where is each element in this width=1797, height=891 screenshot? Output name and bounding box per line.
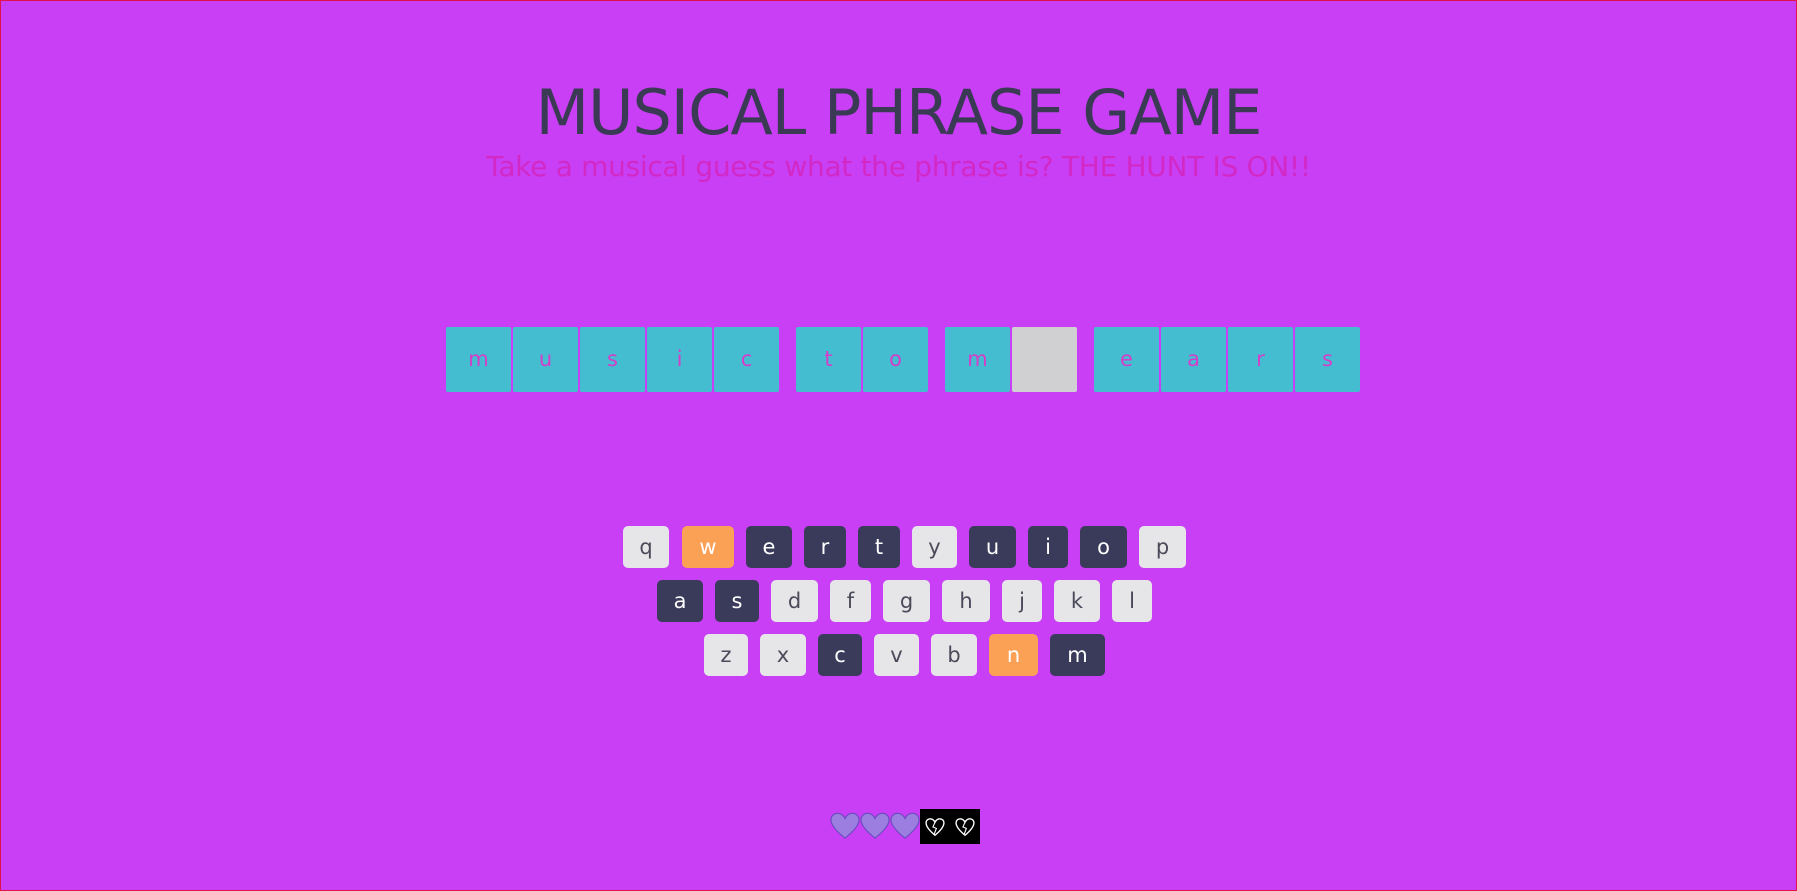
- key-n[interactable]: n: [989, 634, 1038, 676]
- heart-lost-icon: [925, 818, 945, 837]
- page-title: MUSICAL PHRASE GAME: [535, 76, 1263, 149]
- key-v[interactable]: v: [874, 634, 919, 676]
- key-d[interactable]: d: [771, 580, 818, 622]
- phrase-letter-tile: s: [1295, 327, 1360, 392]
- key-f[interactable]: f: [830, 580, 871, 622]
- key-z[interactable]: z: [704, 634, 748, 676]
- phrase-letter-tile: m: [446, 327, 511, 392]
- key-y[interactable]: y: [912, 526, 957, 568]
- key-h[interactable]: h: [942, 580, 990, 622]
- phrase-letter-tile: m: [945, 327, 1010, 392]
- key-a[interactable]: a: [657, 580, 703, 622]
- game-page: MUSICAL PHRASE GAME Take a musical guess…: [0, 0, 1797, 891]
- key-i[interactable]: i: [1028, 526, 1068, 568]
- key-m[interactable]: m: [1050, 634, 1105, 676]
- phrase-letter-tile-hidden: y: [1012, 327, 1077, 392]
- key-c[interactable]: c: [818, 634, 862, 676]
- key-t[interactable]: t: [858, 526, 900, 568]
- phrase-letter-tile: t: [796, 327, 861, 392]
- key-k[interactable]: k: [1054, 580, 1100, 622]
- key-x[interactable]: x: [760, 634, 806, 676]
- heart-full-icon: [830, 812, 860, 839]
- phrase-letter-tile: c: [714, 327, 779, 392]
- heart-full-icon: [860, 812, 890, 839]
- phrase-letter-tile: a: [1161, 327, 1226, 392]
- phrase-letter-tile: s: [580, 327, 645, 392]
- phrase-letter-tile: i: [647, 327, 712, 392]
- key-p[interactable]: p: [1139, 526, 1186, 568]
- phrase-letter-tile: u: [513, 327, 578, 392]
- key-l[interactable]: l: [1112, 580, 1152, 622]
- key-u[interactable]: u: [969, 526, 1016, 568]
- heart-full-icon: [890, 812, 920, 839]
- key-e[interactable]: e: [746, 526, 792, 568]
- key-r[interactable]: r: [804, 526, 846, 568]
- key-s[interactable]: s: [715, 580, 759, 622]
- key-j[interactable]: j: [1002, 580, 1042, 622]
- key-w[interactable]: w: [682, 526, 734, 568]
- phrase-letter-tile: o: [863, 327, 928, 392]
- key-b[interactable]: b: [931, 634, 977, 676]
- heart-lost-icon: [955, 818, 975, 837]
- page-subtitle: Take a musical guess what the phrase is?…: [486, 150, 1311, 183]
- phrase-letter-tile: r: [1228, 327, 1293, 392]
- phrase-letter-tile: e: [1094, 327, 1159, 392]
- key-q[interactable]: q: [623, 526, 669, 568]
- key-g[interactable]: g: [883, 580, 930, 622]
- key-o[interactable]: o: [1080, 526, 1127, 568]
